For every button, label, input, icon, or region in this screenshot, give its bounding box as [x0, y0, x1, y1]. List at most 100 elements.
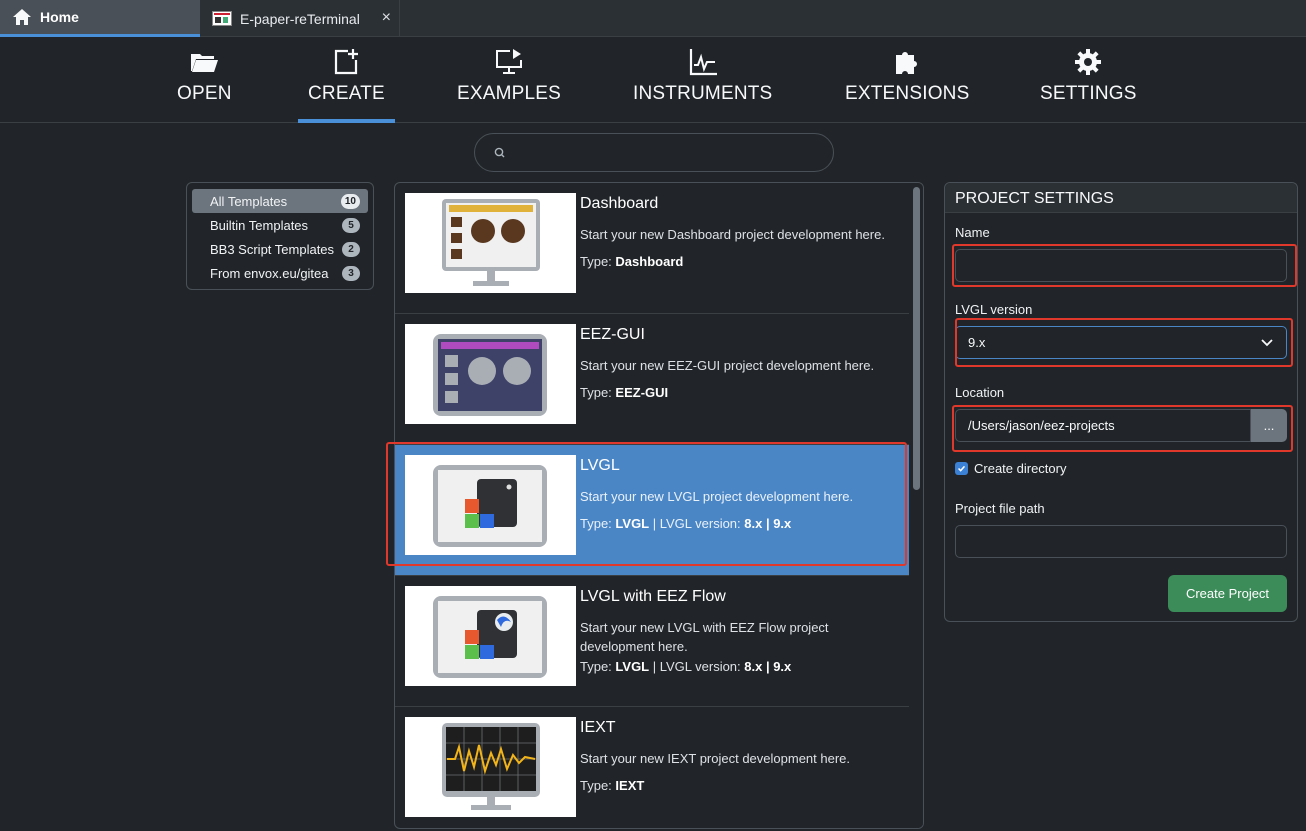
- nav-examples-label: EXAMPLES: [457, 83, 562, 104]
- template-description: Start your new LVGL project development …: [580, 489, 854, 504]
- template-name: EEZ-GUI: [580, 326, 645, 343]
- template-search[interactable]: [474, 133, 834, 172]
- nav-instruments[interactable]: INSTRUMENTS: [633, 47, 772, 105]
- lvgl-thumbnail: [405, 455, 576, 555]
- filter-builtin-templates[interactable]: Builtin Templates 5: [192, 213, 368, 237]
- template-filters: All Templates 10 Builtin Templates 5 BB3…: [186, 182, 374, 290]
- template-type: Type: Dashboard: [580, 254, 683, 269]
- template-item-lvgl-eez-flow[interactable]: LVGL with EEZ Flow Start your new LVGL w…: [395, 576, 909, 707]
- type-prefix: Type:: [580, 778, 616, 793]
- create-project-button[interactable]: Create Project: [1168, 575, 1287, 612]
- template-description: Start your new Dashboard project develop…: [580, 227, 885, 242]
- filter-label: All Templates: [210, 193, 288, 209]
- eez-gui-thumbnail: [405, 324, 576, 424]
- scrollbar-thumb[interactable]: [913, 187, 920, 490]
- project-settings-panel: PROJECT SETTINGS Name LVGL version 9.x L…: [944, 182, 1298, 622]
- template-list: Dashboard Start your new Dashboard proje…: [394, 182, 924, 829]
- type-prefix: Type:: [580, 385, 616, 400]
- filter-all-templates[interactable]: All Templates 10: [192, 189, 368, 213]
- type-value: Dashboard: [615, 254, 684, 269]
- filter-count-badge: 3: [342, 265, 360, 281]
- nav-create[interactable]: CREATE: [298, 47, 395, 123]
- create-directory-label: Create directory: [974, 461, 1067, 476]
- puzzle-icon: [896, 52, 918, 74]
- filter-label: From envox.eu/gitea: [210, 265, 329, 281]
- create-directory-checkbox[interactable]: Create directory: [955, 461, 1066, 476]
- template-list-scrollbar[interactable]: [909, 183, 923, 828]
- checkbox-checked-icon[interactable]: [955, 462, 968, 475]
- nav-settings[interactable]: SETTINGS: [1040, 47, 1137, 105]
- filter-count-badge: 10: [340, 193, 360, 209]
- template-description: Start your new IEXT project development …: [580, 751, 851, 766]
- project-file-path-label: Project file path: [955, 501, 1045, 516]
- iext-thumbnail: [405, 717, 576, 817]
- type-prefix: Type:: [580, 516, 616, 531]
- version-value: 8.x | 9.x: [744, 516, 792, 531]
- type-prefix: Type:: [580, 659, 616, 674]
- folder-open-icon: [191, 54, 219, 72]
- examples-icon: [496, 49, 523, 74]
- nav-extensions[interactable]: EXTENSIONS: [845, 47, 969, 105]
- gear-icon: [1075, 49, 1102, 75]
- nav-extensions-label: EXTENSIONS: [845, 83, 970, 104]
- template-item-eez-gui[interactable]: EEZ-GUI Start your new EEZ-GUI project d…: [395, 314, 909, 445]
- filter-label: Builtin Templates: [210, 217, 309, 233]
- template-name: LVGL with EEZ Flow: [580, 588, 726, 605]
- search-input[interactable]: [517, 140, 817, 166]
- create-icon: [335, 49, 359, 75]
- nav-examples[interactable]: EXAMPLES: [457, 47, 561, 105]
- version-prefix: | LVGL version:: [649, 516, 745, 531]
- type-value: LVGL: [615, 516, 650, 531]
- template-item-iext[interactable]: IEXT Start your new IEXT project develop…: [395, 707, 909, 828]
- nav-settings-label: SETTINGS: [1040, 83, 1137, 104]
- template-item-dashboard[interactable]: Dashboard Start your new Dashboard proje…: [395, 183, 909, 314]
- tab-home[interactable]: Home: [0, 0, 200, 37]
- tab-project-label: E-paper-reTerminal: [240, 10, 360, 27]
- template-description: Start your new EEZ-GUI project developme…: [580, 358, 875, 373]
- lvgl-version-label: LVGL version: [955, 302, 1033, 317]
- version-value: 8.x | 9.x: [744, 659, 792, 674]
- lvgl-flow-thumbnail: [405, 586, 576, 686]
- browse-button[interactable]: ...: [1251, 409, 1287, 442]
- type-value: IEXT: [615, 778, 645, 793]
- tab-close-icon[interactable]: ×: [382, 9, 391, 27]
- nav-create-label: CREATE: [308, 83, 385, 104]
- location-label: Location: [955, 385, 1005, 400]
- instruments-icon: [689, 49, 717, 76]
- lvgl-version-select[interactable]: 9.x: [955, 326, 1287, 359]
- filter-bb3-script-templates[interactable]: BB3 Script Templates 2: [192, 237, 368, 261]
- name-label: Name: [955, 225, 990, 240]
- filter-count-badge: 5: [342, 217, 360, 233]
- tab-project[interactable]: E-paper-reTerminal ×: [200, 0, 400, 37]
- template-type: Type: LVGL | LVGL version: 8.x | 9.x: [580, 659, 791, 674]
- version-prefix: | LVGL version:: [649, 659, 745, 674]
- nav-instruments-label: INSTRUMENTS: [633, 83, 773, 104]
- template-type: Type: EEZ-GUI: [580, 385, 668, 400]
- nav-open[interactable]: OPEN: [177, 47, 232, 105]
- template-description: Start your new LVGL with EEZ Flow projec…: [580, 620, 829, 654]
- filter-label: BB3 Script Templates: [210, 241, 335, 257]
- type-value: LVGL: [615, 659, 650, 674]
- template-type: Type: IEXT: [580, 778, 644, 793]
- filter-envox-gitea[interactable]: From envox.eu/gitea 3: [192, 261, 368, 285]
- nav-open-label: OPEN: [177, 83, 232, 104]
- dashboard-thumbnail: [405, 193, 576, 293]
- lvgl-version-value: 9.x: [968, 335, 986, 350]
- type-prefix: Type:: [580, 254, 616, 269]
- template-item-lvgl[interactable]: LVGL Start your new LVGL project develop…: [395, 445, 909, 576]
- name-field[interactable]: [955, 249, 1287, 282]
- home-icon: [13, 9, 31, 25]
- type-value: EEZ-GUI: [615, 385, 669, 400]
- template-name: LVGL: [580, 457, 620, 474]
- tab-home-label: Home: [40, 9, 79, 25]
- template-name: Dashboard: [580, 195, 659, 212]
- main-nav: OPEN CREATE EXAMPLES INSTRUMENTS EXTENSI…: [0, 37, 1306, 123]
- chevron-down-icon: [1261, 338, 1273, 346]
- filter-count-badge: 2: [342, 241, 360, 257]
- template-type: Type: LVGL | LVGL version: 8.x | 9.x: [580, 516, 791, 531]
- location-field[interactable]: /Users/jason/eez-projects: [955, 409, 1251, 442]
- project-settings-title: PROJECT SETTINGS: [945, 183, 1297, 213]
- tab-bar: Home E-paper-reTerminal ×: [0, 0, 1306, 37]
- project-icon: [212, 11, 232, 26]
- search-icon: [494, 147, 505, 158]
